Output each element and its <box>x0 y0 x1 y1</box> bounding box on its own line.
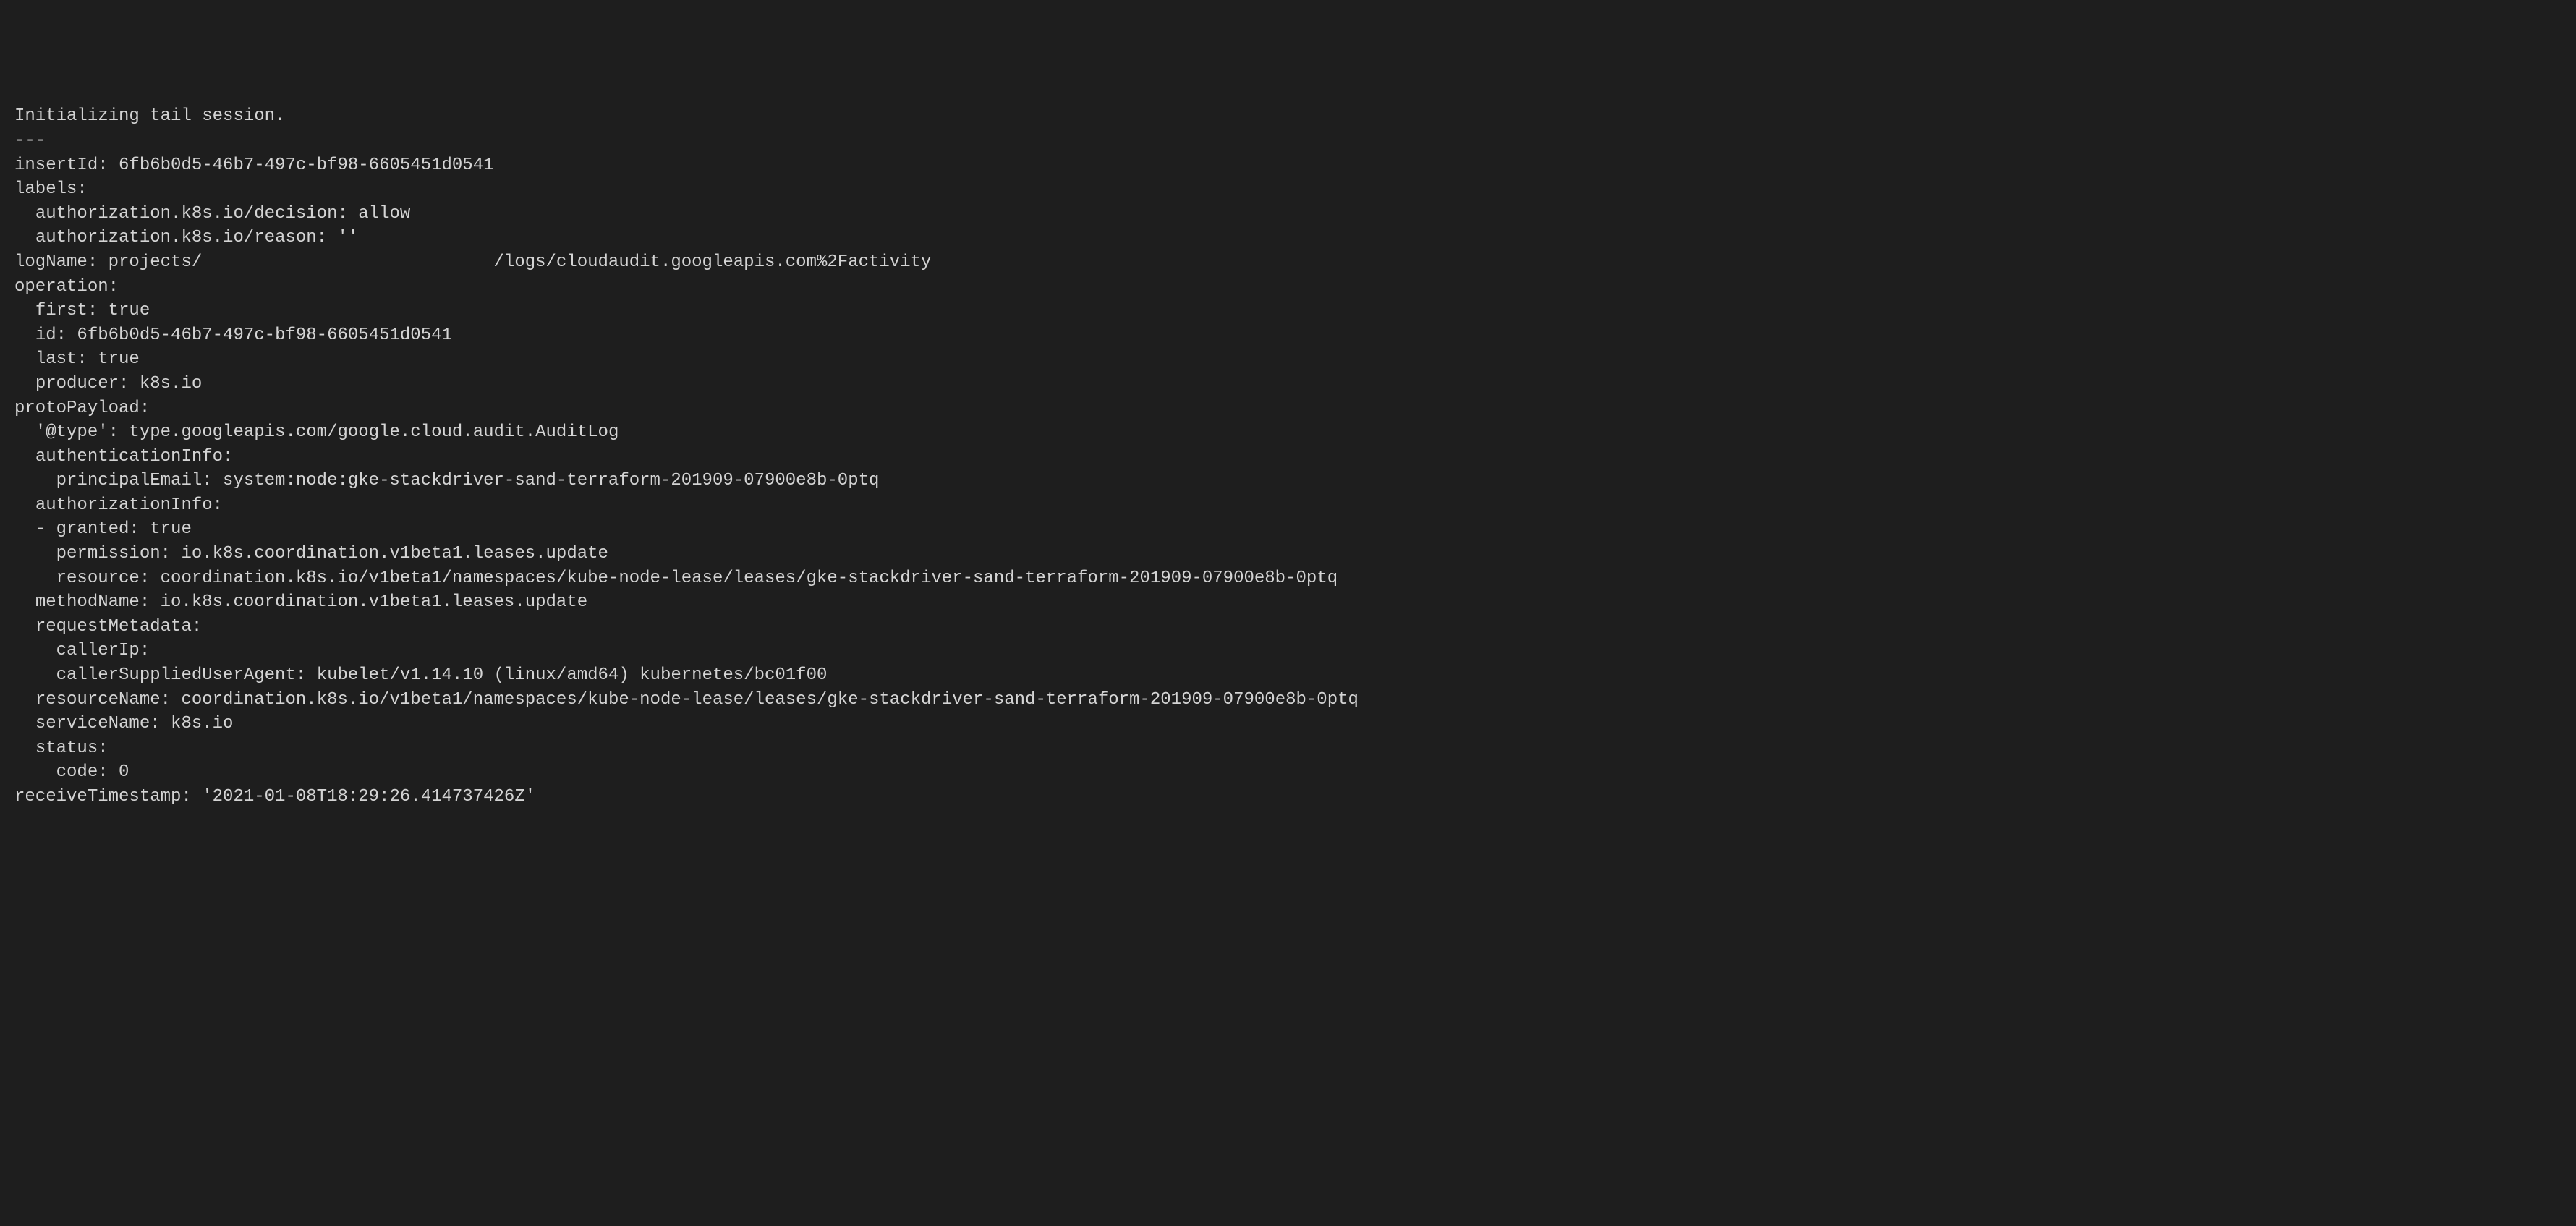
log-line: authorization.k8s.io/decision: allow <box>14 204 410 224</box>
log-line: principalEmail: system:node:gke-stackdri… <box>14 471 879 490</box>
log-line: Initializing tail session. <box>14 106 285 126</box>
log-line: logName: projects/ /logs/cloudaudit.goog… <box>14 252 931 272</box>
log-line: producer: k8s.io <box>14 374 202 393</box>
log-line: operation: <box>14 277 119 297</box>
log-line: last: true <box>14 349 140 369</box>
log-line: insertId: 6fb6b0d5-46b7-497c-bf98-660545… <box>14 156 494 175</box>
log-line: permission: io.k8s.coordination.v1beta1.… <box>14 544 608 563</box>
log-line: callerSuppliedUserAgent: kubelet/v1.14.1… <box>14 665 827 685</box>
log-line: requestMetadata: <box>14 617 202 637</box>
log-line: resourceName: coordination.k8s.io/v1beta… <box>14 690 1359 710</box>
log-line: status: <box>14 738 109 758</box>
log-line: --- <box>14 131 46 150</box>
log-line: authenticationInfo: <box>14 447 233 467</box>
log-line: methodName: io.k8s.coordination.v1beta1.… <box>14 592 587 612</box>
log-line: callerIp: <box>14 641 150 660</box>
log-line: - granted: true <box>14 519 192 539</box>
log-line: id: 6fb6b0d5-46b7-497c-bf98-6605451d0541 <box>14 325 452 345</box>
log-line: serviceName: k8s.io <box>14 714 233 733</box>
log-line: labels: <box>14 179 88 199</box>
log-line: resource: coordination.k8s.io/v1beta1/na… <box>14 569 1338 588</box>
log-line: receiveTimestamp: '2021-01-08T18:29:26.4… <box>14 787 535 806</box>
log-line: protoPayload: <box>14 399 150 418</box>
log-line: authorizationInfo: <box>14 495 223 515</box>
log-line: first: true <box>14 301 150 320</box>
log-line: code: 0 <box>14 762 129 782</box>
log-line: '@type': type.googleapis.com/google.clou… <box>14 422 619 442</box>
log-line: authorization.k8s.io/reason: '' <box>14 228 358 247</box>
terminal-output[interactable]: Initializing tail session. --- insertId:… <box>14 104 2562 809</box>
